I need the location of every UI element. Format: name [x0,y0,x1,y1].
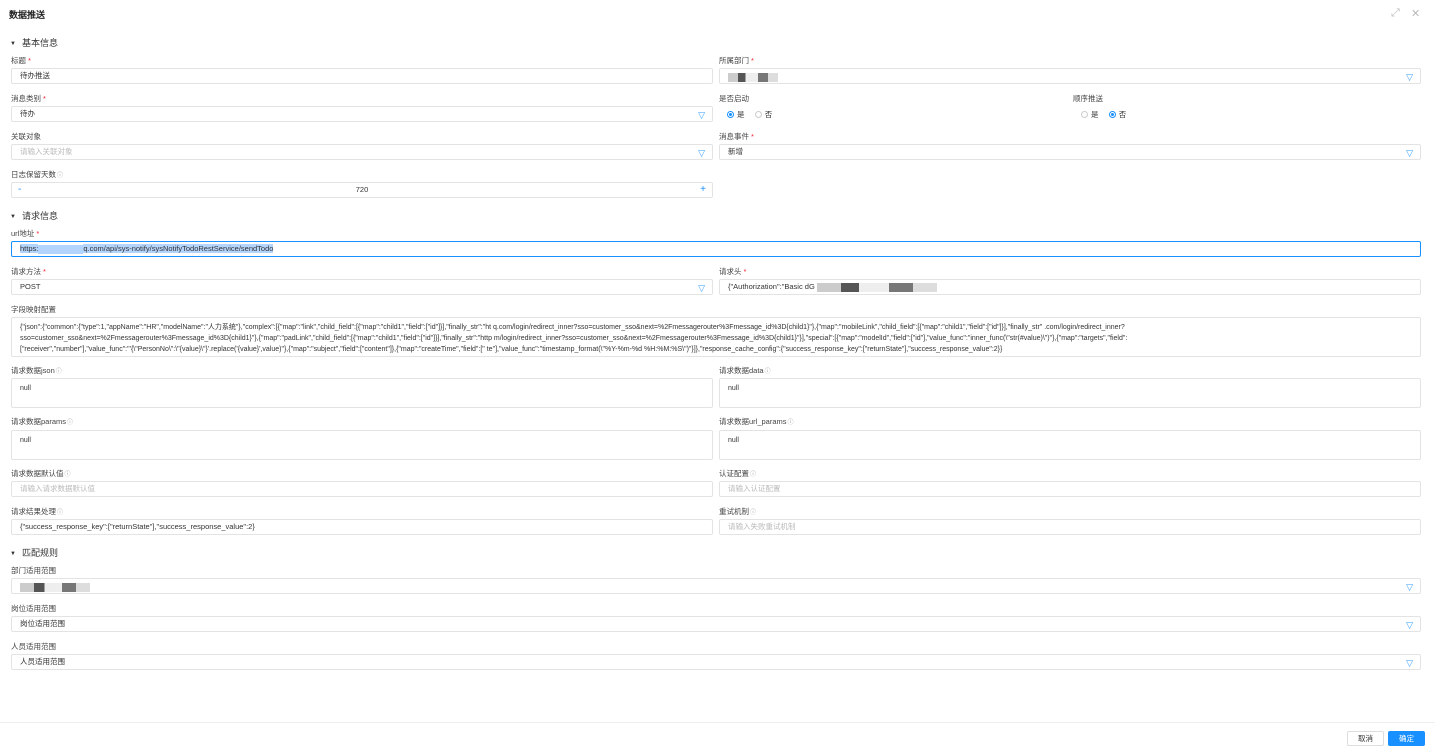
json-label: 请求数据jsonⓘ [11,366,62,375]
url-input[interactable]: https: q.com/api/sys-notify/sysNotifyTodo… [11,241,1421,257]
order-radio-group: 是 否 [1081,109,1134,120]
section-request[interactable]: ▼ 请求信息 [10,209,58,222]
params-label: 请求数据paramsⓘ [11,417,74,426]
retry-input[interactable]: 请输入失败重试机制 [719,519,1421,535]
method-select[interactable]: POST ▽ [11,279,713,295]
plus-button[interactable]: + [700,183,706,197]
filter-icon: ▽ [1406,148,1413,158]
filter-icon: ▽ [1406,72,1413,82]
data-label: 请求数据dataⓘ [719,366,771,375]
filter-icon: ▽ [1406,658,1413,668]
json-textarea[interactable]: null [11,378,713,408]
method-label: 请求方法 * [11,267,46,276]
mapping-label: 字段映射配置 [11,305,56,314]
url-params-textarea[interactable]: null [719,430,1421,460]
title-label: 标题 * [11,56,31,65]
order-yes-radio[interactable]: 是 [1081,109,1099,120]
dialog-title: 数据推送 [9,10,46,20]
data-textarea[interactable]: null [719,378,1421,408]
msg-type-select[interactable]: 待办 ▽ [11,106,713,122]
person-scope-select[interactable]: 人员适用范围 ▽ [11,654,1421,670]
log-days-stepper[interactable]: - 720 + [11,182,713,198]
section-match[interactable]: ▼ 匹配规则 [10,546,58,559]
enabled-label: 是否启动 [719,94,749,103]
help-icon: ⓘ [57,173,64,179]
section-title: 匹配规则 [21,548,58,558]
dept-select[interactable]: ▽ [719,68,1421,84]
dept-scope-label: 部门适用范围 [11,566,56,575]
footer-divider [0,722,1435,723]
caret-down-icon: ▼ [10,40,16,47]
confirm-button[interactable]: 确定 [1388,731,1425,746]
default-input[interactable]: 请输入请求数据默认值 [11,481,713,497]
section-basic[interactable]: ▼ 基本信息 [10,36,58,49]
params-textarea[interactable]: null [11,430,713,460]
enabled-radio-group: 是 否 [727,109,780,120]
section-title: 请求信息 [21,211,58,221]
section-title: 基本信息 [21,38,58,48]
url-params-label: 请求数据url_paramsⓘ [719,417,794,426]
msg-type-label: 消息类别 * [11,94,46,103]
expand-icon[interactable]: ⤢ [1391,7,1400,20]
event-label: 消息事件 * [719,132,754,141]
dept-scope-select[interactable]: ▽ [11,578,1421,594]
cancel-button[interactable]: 取消 [1347,731,1384,746]
post-scope-select[interactable]: 岗位适用范围 ▽ [11,616,1421,632]
filter-icon: ▽ [698,110,705,120]
related-select[interactable]: 请输入关联对象 ▽ [11,144,713,160]
auth-input[interactable]: 请输入认证配置 [719,481,1421,497]
filter-icon: ▽ [1406,582,1413,592]
post-scope-label: 岗位适用范围 [11,604,56,613]
enabled-yes-radio[interactable]: 是 [727,109,745,120]
default-label: 请求数据默认值ⓘ [11,469,71,478]
filter-icon: ▽ [698,283,705,293]
url-label: url地址 * [11,229,40,238]
caret-down-icon: ▼ [10,213,16,220]
title-input[interactable]: 待办推送 [11,68,713,84]
related-label: 关联对象 [11,132,41,141]
retry-label: 重试机制ⓘ [719,507,757,516]
headers-input[interactable]: {"Authorization":"Basic dG [719,279,1421,295]
redacted-value [20,582,90,592]
headers-label: 请求头 * [719,267,747,276]
dept-label: 所属部门 * [719,56,754,65]
redacted-value [728,72,778,82]
mapping-textarea[interactable]: {"json":{"common":{"type":1,"appName":"H… [11,317,1421,357]
filter-icon: ▽ [1406,620,1413,630]
log-days-label: 日志保留天数ⓘ [11,170,64,179]
order-label: 顺序推送 [1073,94,1103,103]
auth-label: 认证配置ⓘ [719,469,757,478]
caret-down-icon: ▼ [10,550,16,557]
filter-icon: ▽ [698,148,705,158]
event-select[interactable]: 新增 ▽ [719,144,1421,160]
result-label: 请求结果处理ⓘ [11,507,64,516]
person-scope-label: 人员适用范围 [11,642,56,651]
order-no-radio[interactable]: 否 [1108,109,1126,120]
close-icon[interactable]: ✕ [1411,7,1420,20]
result-input[interactable]: {"success_response_key":["returnState"],… [11,519,713,535]
enabled-no-radio[interactable]: 否 [754,109,772,120]
log-days-value[interactable]: 720 [12,183,712,197]
